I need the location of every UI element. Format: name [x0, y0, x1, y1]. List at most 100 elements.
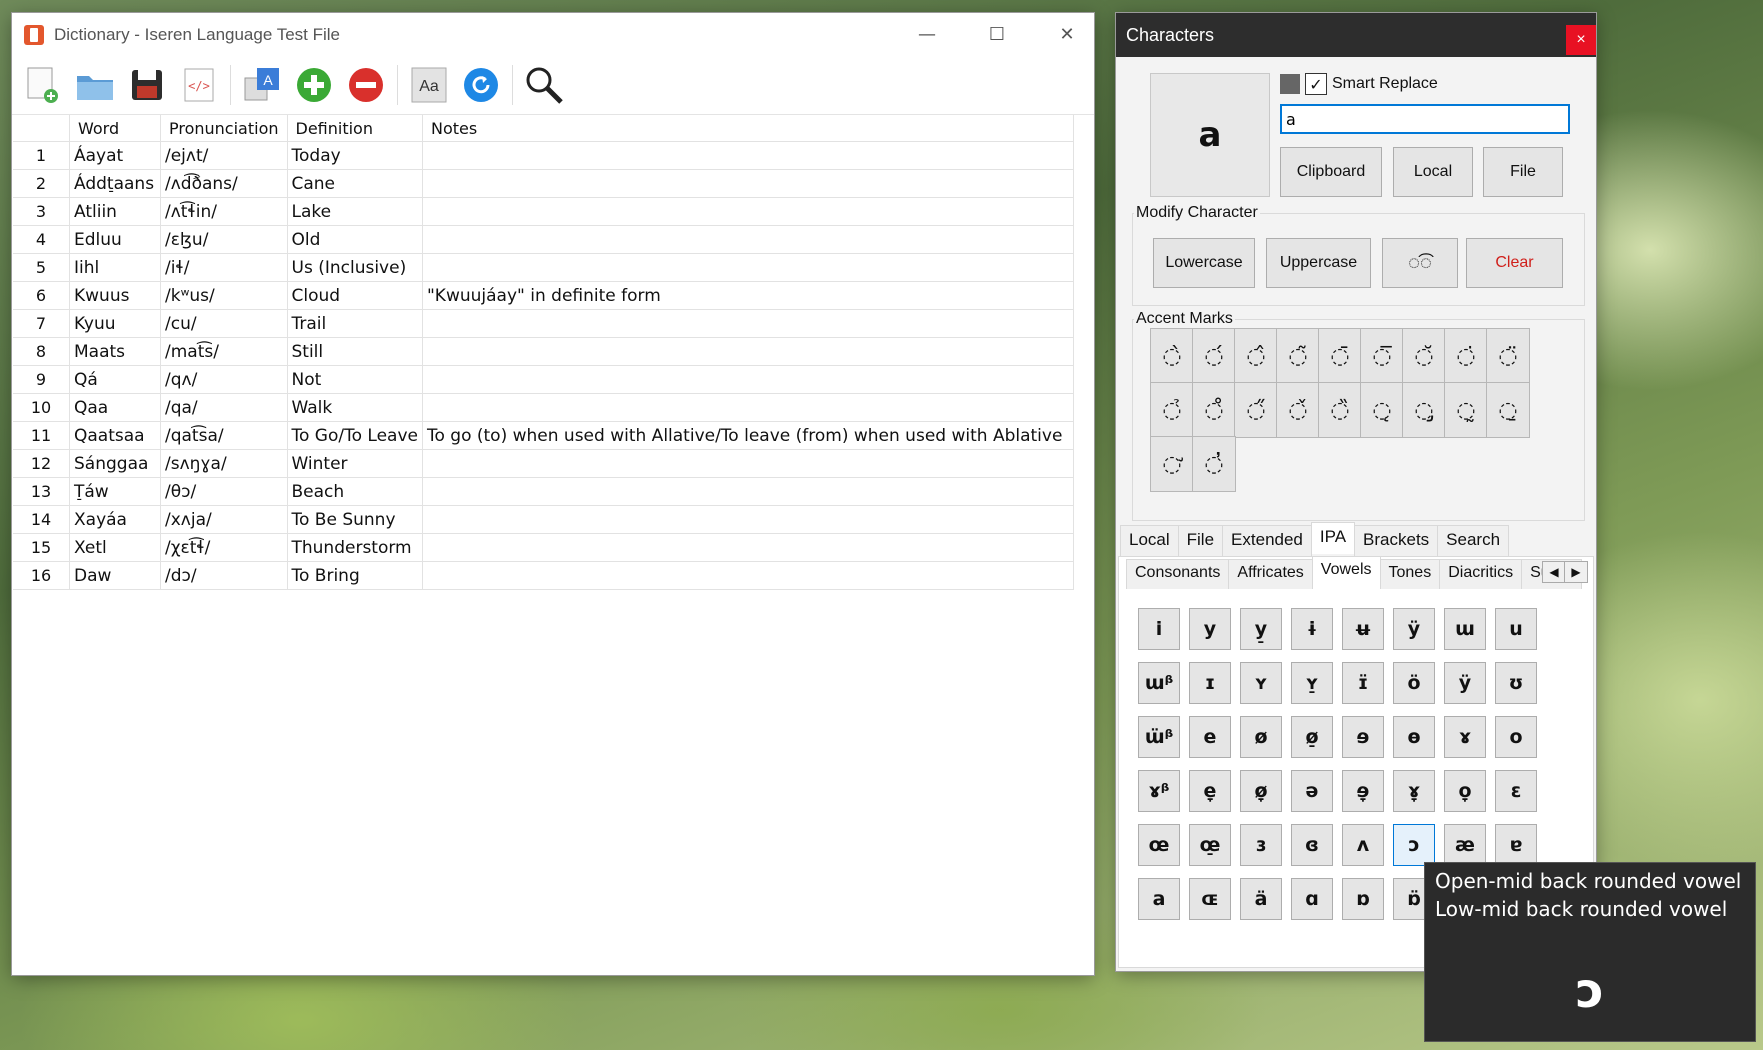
tab-scroll-left-button[interactable]: ◀: [1542, 561, 1566, 583]
ipa-vowel-button[interactable]: ɔ: [1393, 824, 1435, 866]
cell-num[interactable]: 5: [13, 253, 70, 282]
cell-num[interactable]: 9: [13, 365, 70, 394]
ipa-vowel-button[interactable]: ɛ: [1495, 770, 1537, 812]
accent-mark-button[interactable]: ◌̈: [1486, 328, 1530, 384]
table-row[interactable]: 7 Kyuu/cu/Trail: [13, 309, 1075, 338]
open-folder-button[interactable]: [74, 64, 116, 106]
accent-mark-button[interactable]: ◌̆: [1402, 328, 1446, 384]
local-button[interactable]: Local: [1393, 147, 1473, 197]
cell-pronunciation[interactable]: /ʌt͡ɬin/: [160, 197, 288, 226]
cell-word[interactable]: Xetl: [69, 533, 161, 562]
ipa-vowel-button[interactable]: ɤ: [1444, 716, 1486, 758]
tab-extended[interactable]: Extended: [1222, 525, 1312, 557]
table-row[interactable]: 9 Qá/qʌ/Not: [13, 365, 1075, 394]
cell-num[interactable]: 10: [13, 393, 70, 422]
ipa-vowel-button[interactable]: ɤᵝ: [1138, 770, 1180, 812]
ipa-vowel-button[interactable]: ʉ: [1342, 608, 1384, 650]
table-row[interactable]: 12 Sánggaa/sʌŋɣa/Winter: [13, 449, 1075, 478]
cell-pronunciation[interactable]: /qat͡sa/: [160, 421, 288, 450]
tie-bar-button[interactable]: ◌͡◌: [1382, 238, 1458, 288]
ipa-vowel-button[interactable]: œ̠: [1189, 824, 1231, 866]
cell-notes[interactable]: "Kwuujáay" in definite form: [422, 281, 1075, 310]
accent-mark-button[interactable]: ◌̋: [1234, 382, 1278, 438]
cell-word[interactable]: Sánggaa: [69, 449, 161, 478]
cell-pronunciation[interactable]: /iɬ/: [160, 253, 288, 282]
accent-mark-button[interactable]: ◌̨: [1360, 382, 1404, 438]
color-swatch[interactable]: [1280, 74, 1300, 94]
ipa-vowel-button[interactable]: ɶ: [1189, 878, 1231, 920]
accent-mark-button[interactable]: ◌̉: [1150, 382, 1194, 438]
ipa-vowel-button[interactable]: ɒ: [1342, 878, 1384, 920]
accent-mark-button[interactable]: ◌̂: [1234, 328, 1278, 384]
table-row[interactable]: 3 Atliin/ʌt͡ɬin/Lake: [13, 197, 1075, 226]
cell-num[interactable]: 15: [13, 533, 70, 562]
lowercase-button[interactable]: Lowercase: [1153, 238, 1255, 288]
cell-pronunciation[interactable]: /ʌd͡ðans/: [160, 169, 288, 198]
ipa-vowel-button[interactable]: ʏ: [1240, 662, 1282, 704]
cell-word[interactable]: T̠áw: [69, 477, 161, 506]
ipa-vowel-button[interactable]: œ: [1138, 824, 1180, 866]
search-button[interactable]: [523, 64, 565, 106]
accent-mark-button[interactable]: ◌̊: [1192, 382, 1236, 438]
cell-word[interactable]: Kyuu: [69, 309, 161, 338]
cell-notes[interactable]: [422, 561, 1075, 590]
accent-mark-button[interactable]: ◌̛: [1150, 436, 1194, 492]
subtab-consonants[interactable]: Consonants: [1126, 559, 1230, 589]
cell-num[interactable]: 14: [13, 505, 70, 534]
ipa-vowel-button[interactable]: ɨ: [1291, 608, 1333, 650]
accent-mark-button[interactable]: ◌̅: [1360, 328, 1404, 384]
ipa-vowel-button[interactable]: ɪ: [1189, 662, 1231, 704]
cell-pronunciation[interactable]: /sʌŋɣa/: [160, 449, 288, 478]
ipa-vowel-button[interactable]: ɵ: [1393, 716, 1435, 758]
cell-num[interactable]: 1: [13, 141, 70, 170]
cell-notes[interactable]: [422, 169, 1075, 198]
cell-num[interactable]: 13: [13, 477, 70, 506]
character-input[interactable]: [1280, 104, 1570, 134]
table-row[interactable]: 5 Iihl/iɬ/Us (Inclusive): [13, 253, 1075, 282]
cell-notes[interactable]: [422, 533, 1075, 562]
cell-num[interactable]: 11: [13, 421, 70, 450]
table-row[interactable]: 6 Kwuus/kʷus/Cloud "Kwuujáay" in definite …: [13, 281, 1075, 310]
cell-num[interactable]: 8: [13, 337, 70, 366]
ipa-vowel-button[interactable]: ɜ: [1240, 824, 1282, 866]
cell-pronunciation[interactable]: /ɛɮu/: [160, 225, 288, 254]
ipa-vowel-button[interactable]: e̞: [1189, 770, 1231, 812]
cell-notes[interactable]: [422, 337, 1075, 366]
cell-definition[interactable]: Cane: [287, 169, 423, 198]
cell-notes[interactable]: [422, 309, 1075, 338]
ipa-vowel-button[interactable]: ɐ: [1495, 824, 1537, 866]
cell-notes[interactable]: [422, 449, 1075, 478]
cell-num[interactable]: 6: [13, 281, 70, 310]
column-header-notes[interactable]: Notes: [422, 115, 1075, 142]
ipa-vowel-button[interactable]: ɘ̞: [1342, 770, 1384, 812]
cell-definition[interactable]: To Bring: [287, 561, 423, 590]
language-settings-button[interactable]: A: [241, 64, 283, 106]
ipa-vowel-button[interactable]: ɯ̈ᵝ: [1138, 716, 1180, 758]
clear-button[interactable]: Clear: [1466, 238, 1563, 288]
cell-word[interactable]: Qaa: [69, 393, 161, 422]
subtab-tones[interactable]: Tones: [1379, 559, 1441, 589]
ipa-vowel-button[interactable]: u: [1495, 608, 1537, 650]
ipa-vowel-button[interactable]: ɘ: [1342, 716, 1384, 758]
tab-ipa[interactable]: IPA: [1310, 522, 1356, 554]
cell-definition[interactable]: Winter: [287, 449, 423, 478]
accent-mark-button[interactable]: ◌̏: [1318, 382, 1362, 438]
column-header-definition[interactable]: Definition: [287, 115, 423, 142]
uppercase-button[interactable]: Uppercase: [1266, 238, 1371, 288]
cell-word[interactable]: Atliin: [69, 197, 161, 226]
tab-local[interactable]: Local: [1120, 525, 1179, 557]
cell-word[interactable]: Qaatsaa: [69, 421, 161, 450]
cell-notes[interactable]: [422, 477, 1075, 506]
cell-definition[interactable]: To Be Sunny: [287, 505, 423, 534]
cell-notes[interactable]: [422, 253, 1075, 282]
cell-word[interactable]: Edluu: [69, 225, 161, 254]
ipa-vowel-button[interactable]: ɪ̈: [1342, 662, 1384, 704]
accent-mark-button[interactable]: ◌̰: [1444, 382, 1488, 438]
table-row[interactable]: 16 Daw/dɔ/To Bring: [13, 561, 1075, 590]
cell-pronunciation[interactable]: /mat͡s/: [160, 337, 288, 366]
cell-definition[interactable]: Trail: [287, 309, 423, 338]
accent-mark-button[interactable]: ◌̇: [1444, 328, 1488, 384]
cell-notes[interactable]: [422, 393, 1075, 422]
ipa-vowel-button[interactable]: a: [1138, 878, 1180, 920]
cell-num[interactable]: 4: [13, 225, 70, 254]
